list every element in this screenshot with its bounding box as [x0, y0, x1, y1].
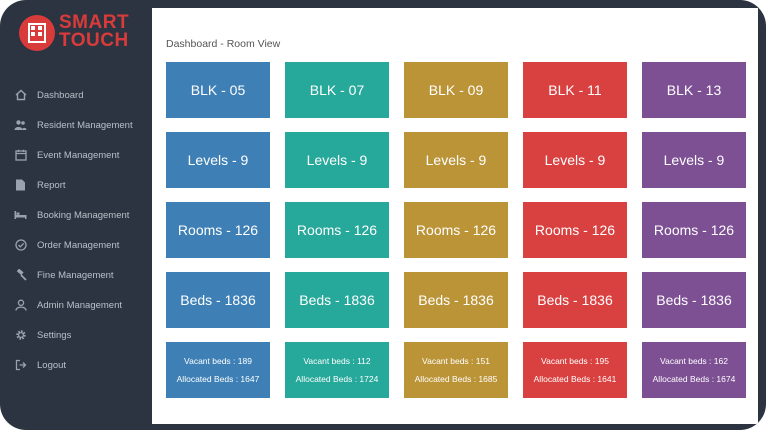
sidebar-item-fine-management[interactable]: Fine Management — [14, 260, 133, 290]
bed-occupancy-tile[interactable]: Vacant beds : 189 Allocated Beds : 1647 — [166, 342, 270, 398]
gear-icon — [14, 329, 27, 342]
sidebar-item-label: Event Management — [37, 149, 120, 161]
levels-tile[interactable]: Levels - 9 — [166, 132, 270, 188]
rooms-tile[interactable]: Rooms - 126 — [166, 202, 270, 258]
beds-tile[interactable]: Beds - 1836 — [523, 272, 627, 328]
bed-occupancy-tile[interactable]: Vacant beds : 162 Allocated Beds : 1674 — [642, 342, 746, 398]
rooms-tile[interactable]: Rooms - 126 — [285, 202, 389, 258]
levels-tile[interactable]: Levels - 9 — [285, 132, 389, 188]
building-icon — [19, 15, 55, 51]
rooms-tile[interactable]: Rooms - 126 — [404, 202, 508, 258]
levels-tile[interactable]: Levels - 9 — [404, 132, 508, 188]
vacant-beds-text: Vacant beds : 162 — [660, 356, 728, 366]
allocated-beds-text: Allocated Beds : 1685 — [414, 374, 498, 384]
block-tile[interactable]: BLK - 11 — [523, 62, 627, 118]
logout-icon — [14, 359, 27, 372]
vacant-beds-text: Vacant beds : 195 — [541, 356, 609, 366]
beds-tile[interactable]: Beds - 1836 — [166, 272, 270, 328]
bed-occupancy-tile[interactable]: Vacant beds : 151 Allocated Beds : 1685 — [404, 342, 508, 398]
allocated-beds-text: Allocated Beds : 1724 — [295, 374, 379, 384]
users-icon — [14, 119, 27, 132]
vacant-beds-text: Vacant beds : 151 — [422, 356, 490, 366]
bed-occupancy-tile[interactable]: Vacant beds : 195 Allocated Beds : 1641 — [523, 342, 627, 398]
sidebar-item-dashboard[interactable]: Dashboard — [14, 80, 133, 110]
beds-tile[interactable]: Beds - 1836 — [404, 272, 508, 328]
calendar-icon — [14, 149, 27, 162]
room-view-grid: BLK - 05 BLK - 07 BLK - 09 BLK - 11 BLK … — [166, 62, 746, 398]
allocated-beds-text: Allocated Beds : 1674 — [652, 374, 736, 384]
sidebar-item-event-management[interactable]: Event Management — [14, 140, 133, 170]
sidebar-item-order-management[interactable]: Order Management — [14, 230, 133, 260]
sidebar-item-label: Settings — [37, 329, 72, 341]
sidebar-item-label: Admin Management — [37, 299, 123, 311]
sidebar-item-label: Resident Management — [37, 119, 133, 131]
breadcrumb: Dashboard - Room View — [166, 38, 281, 50]
sidebar: SMART TOUCH Dashboard Resident Managemen… — [0, 0, 152, 430]
sidebar-item-label: Logout — [37, 359, 67, 371]
user-icon — [14, 299, 27, 312]
block-tile[interactable]: BLK - 09 — [404, 62, 508, 118]
sidebar-item-settings[interactable]: Settings — [14, 320, 133, 350]
sidebar-item-resident-management[interactable]: Resident Management — [14, 110, 133, 140]
block-tile[interactable]: BLK - 05 — [166, 62, 270, 118]
bed-icon — [14, 209, 27, 222]
sidebar-item-admin-management[interactable]: Admin Management — [14, 290, 133, 320]
beds-tile[interactable]: Beds - 1836 — [285, 272, 389, 328]
sidebar-item-label: Fine Management — [37, 269, 114, 281]
vacant-beds-text: Vacant beds : 112 — [303, 356, 371, 366]
brand-name: SMART TOUCH — [59, 12, 130, 51]
allocated-beds-text: Allocated Beds : 1647 — [176, 374, 260, 384]
allocated-beds-text: Allocated Beds : 1641 — [533, 374, 617, 384]
sidebar-item-label: Booking Management — [37, 209, 130, 221]
sidebar-item-label: Order Management — [37, 239, 120, 251]
main-panel: Dashboard - Room View BLK - 05 BLK - 07 … — [152, 8, 758, 424]
block-tile[interactable]: BLK - 07 — [285, 62, 389, 118]
home-icon — [14, 89, 27, 102]
sidebar-item-logout[interactable]: Logout — [14, 350, 133, 380]
rooms-tile[interactable]: Rooms - 126 — [523, 202, 627, 258]
sidebar-nav: Dashboard Resident Management Event Mana… — [14, 80, 133, 380]
sidebar-item-report[interactable]: Report — [14, 170, 133, 200]
gavel-icon — [14, 269, 27, 282]
beds-tile[interactable]: Beds - 1836 — [642, 272, 746, 328]
sidebar-item-label: Report — [37, 179, 66, 191]
block-tile[interactable]: BLK - 13 — [642, 62, 746, 118]
brand-logo[interactable]: SMART TOUCH — [19, 12, 135, 55]
rooms-tile[interactable]: Rooms - 126 — [642, 202, 746, 258]
check-circle-icon — [14, 239, 27, 252]
device-frame: SMART TOUCH Dashboard Resident Managemen… — [0, 0, 766, 430]
levels-tile[interactable]: Levels - 9 — [523, 132, 627, 188]
document-icon — [14, 179, 27, 192]
sidebar-item-label: Dashboard — [37, 89, 84, 101]
bed-occupancy-tile[interactable]: Vacant beds : 112 Allocated Beds : 1724 — [285, 342, 389, 398]
sidebar-item-booking-management[interactable]: Booking Management — [14, 200, 133, 230]
levels-tile[interactable]: Levels - 9 — [642, 132, 746, 188]
vacant-beds-text: Vacant beds : 189 — [184, 356, 252, 366]
